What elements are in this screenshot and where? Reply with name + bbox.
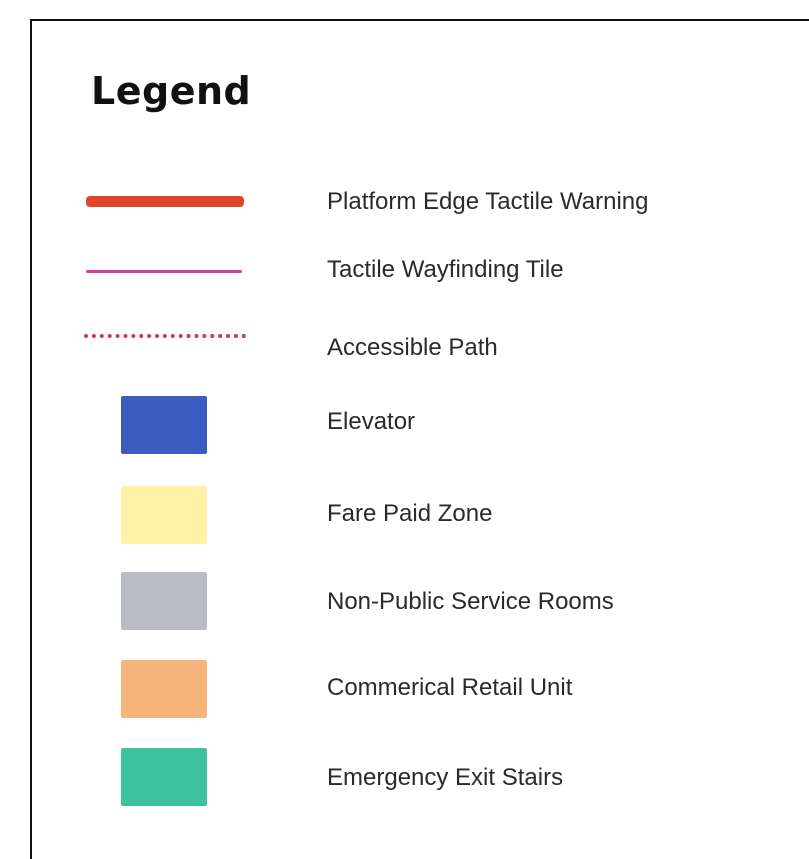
legend-item-label: Elevator [327, 408, 416, 435]
legend-item-label: Tactile Wayfinding Tile [327, 256, 564, 283]
legend-item-label: Non-Public Service Rooms [327, 588, 614, 615]
legend-item-label: Fare Paid Zone [327, 500, 493, 527]
legend-item-label: Platform Edge Tactile Warning [327, 188, 649, 215]
fare-paid-zone-swatch [121, 486, 207, 544]
thin-line-symbol [86, 270, 242, 273]
legend-title: Legend [91, 69, 252, 113]
elevator-swatch [121, 396, 207, 454]
legend-item-label: Accessible Path [327, 334, 498, 361]
service-rooms-swatch [121, 572, 207, 630]
legend-item-label: Emergency Exit Stairs [327, 764, 564, 791]
thick-line-symbol [86, 196, 244, 207]
exit-stairs-swatch [121, 748, 207, 806]
dotted-line-symbol [84, 334, 246, 338]
retail-unit-swatch [121, 660, 207, 718]
legend-item-label: Commerical Retail Unit [327, 674, 573, 701]
